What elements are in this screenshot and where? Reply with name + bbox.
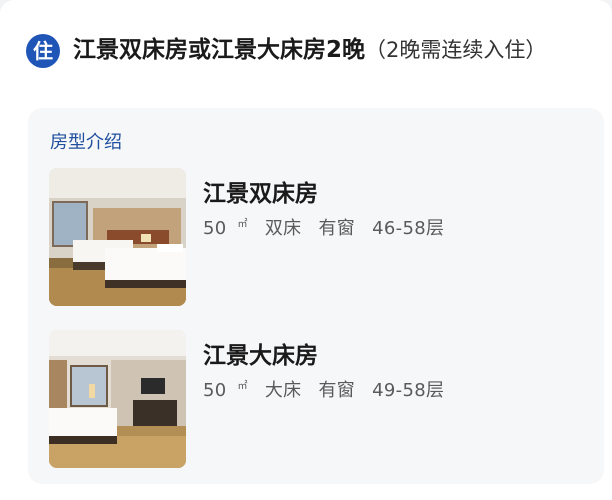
room-card-twin[interactable]: 江景双床房 50 ㎡ 双床 有窗 46-58层 <box>49 168 589 308</box>
room-photo-twin[interactable] <box>49 168 186 306</box>
package-title-text: 江景双床房或江景大床房2晚 <box>73 37 366 63</box>
room-area: 50 ㎡ <box>203 380 248 401</box>
room-bed-type: 大床 <box>264 380 302 401</box>
package-note: （2晚需连续入住） <box>365 38 547 62</box>
room-card-king[interactable]: 江景大床房 50 ㎡ 大床 有窗 49-58层 <box>49 330 589 470</box>
room-bed-type: 双床 <box>264 218 302 239</box>
stay-badge: 住 <box>26 34 60 68</box>
room-name: 江景大床房 <box>203 343 318 369</box>
room-floors: 49-58层 <box>372 380 445 401</box>
room-window: 有窗 <box>318 218 356 239</box>
room-floors: 46-58层 <box>372 218 445 239</box>
room-name: 江景双床房 <box>203 181 318 207</box>
section-title: 房型介绍 <box>50 132 122 153</box>
room-area: 50 ㎡ <box>203 218 248 239</box>
package-title: 江景双床房或江景大床房2晚（2晚需连续入住） <box>73 31 606 69</box>
room-photo-king[interactable] <box>49 330 186 468</box>
room-meta: 50 ㎡ 大床 有窗 49-58层 <box>203 376 455 402</box>
booking-card: 住 江景双床房或江景大床房2晚（2晚需连续入住） 房型介绍 江景双床房 50 ㎡… <box>0 0 612 500</box>
package-header: 住 江景双床房或江景大床房2晚（2晚需连续入住） <box>26 31 606 69</box>
room-window: 有窗 <box>318 380 356 401</box>
room-types-panel: 房型介绍 江景双床房 50 ㎡ 双床 有窗 46-58层 江景大床房 50 ㎡ … <box>28 108 604 484</box>
room-meta: 50 ㎡ 双床 有窗 46-58层 <box>203 214 455 240</box>
